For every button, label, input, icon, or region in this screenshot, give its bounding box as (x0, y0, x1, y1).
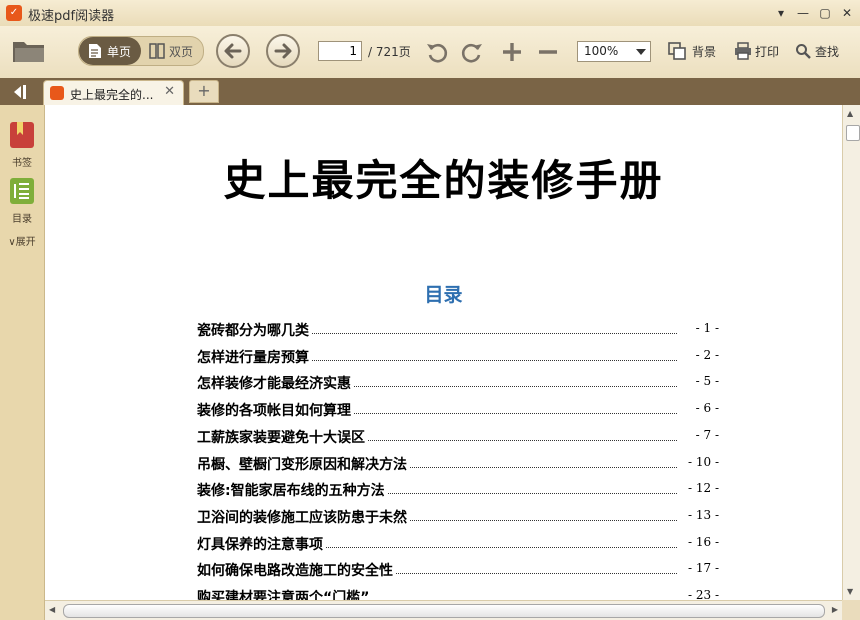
pdf-file-icon (50, 86, 64, 100)
rotate-right-icon[interactable] (460, 40, 484, 64)
toc-entry[interactable]: 如何确保电路改造施工的安全性 - 17 - (197, 560, 719, 580)
toc-entry-title: 怎样进行量房预算 (197, 347, 311, 367)
toc-entry-title: 工薪族家装要避免十大误区 (197, 427, 367, 447)
single-page-button[interactable]: 单页 (79, 37, 141, 65)
toc-entry-title: 如何确保电路改造施工的安全性 (197, 560, 395, 580)
toc-entry[interactable]: 瓷砖都分为哪几类 - 1 - (197, 320, 719, 340)
vertical-scrollbar[interactable]: ▲ ▼ (842, 105, 860, 600)
document-viewer[interactable]: 史上最完全的装修手册 目录 瓷砖都分为哪几类 - 1 - 怎样进行量房预算 - 2 -… (45, 105, 842, 600)
menu-dropdown-icon[interactable]: ▾ (772, 4, 790, 22)
toc-panel-button[interactable]: 目录 (0, 177, 44, 225)
page-mode-toggle: 单页 双页 (78, 36, 204, 66)
zoom-in-icon[interactable] (500, 40, 524, 64)
arrow-right-icon (274, 43, 292, 59)
app-logo-icon: ✓ (6, 5, 22, 21)
scroll-right-icon[interactable]: ▶ (832, 605, 838, 614)
toc-entry-page: - 2 - (677, 348, 719, 362)
scroll-down-icon[interactable]: ▼ (847, 587, 853, 596)
toc-heading: 目录 (424, 284, 463, 306)
toc-entry-page: - 10 - (677, 455, 719, 469)
collapse-sidebar-icon[interactable] (4, 82, 34, 102)
single-page-label: 单页 (107, 45, 132, 59)
toc-entry-title: 瓷砖都分为哪几类 (197, 320, 311, 340)
search-icon (796, 44, 811, 59)
toc-entry-page: - 7 - (677, 428, 719, 442)
chevron-down-icon (636, 49, 646, 55)
document-title: 史上最完全的装修手册 (223, 156, 664, 205)
scroll-up-icon[interactable]: ▲ (847, 109, 853, 118)
toc-entry-title: 装修:智能家居布线的五种方法 (197, 480, 387, 500)
tab-bar: 史上最完全的... ✕ + (0, 78, 860, 105)
left-panel: 书签 目录 ∨展开 (0, 105, 45, 620)
table-of-contents-icon (10, 178, 34, 204)
rotate-left-icon[interactable] (425, 40, 449, 64)
horizontal-scrollbar[interactable]: ◀ ▶ (45, 600, 842, 620)
single-page-icon (89, 44, 101, 58)
toc-entry-page: - 17 - (677, 561, 719, 575)
toc-entry[interactable]: 装修的各项帐目如何算理 - 6 - (197, 400, 719, 420)
page-number-input[interactable] (318, 41, 362, 61)
double-page-icon (149, 43, 165, 59)
vertical-scroll-thumb[interactable] (846, 125, 860, 141)
title-bar: ✓ 极速pdf阅读器 ▾ — ▢ ✕ (0, 0, 860, 27)
toc-entry[interactable]: 灯具保养的注意事项 - 16 - (197, 534, 719, 554)
print-button[interactable]: 打印 (755, 43, 779, 60)
scroll-corner (842, 600, 860, 620)
toc-entry-page: - 23 - (677, 588, 719, 600)
toc-entry[interactable]: 工薪族家装要避免十大误区 - 7 - (197, 427, 719, 447)
bookmark-icon (10, 122, 34, 148)
find-button[interactable]: 查找 (815, 43, 839, 60)
toc-entry[interactable]: 装修:智能家居布线的五种方法 - 12 - (197, 480, 719, 500)
toc-entry-page: - 1 - (677, 321, 719, 335)
scroll-left-icon[interactable]: ◀ (49, 605, 55, 614)
minimize-button[interactable]: — (794, 4, 812, 22)
horizontal-scroll-thumb[interactable] (63, 604, 825, 618)
toc-entry-title: 灯具保养的注意事项 (197, 534, 325, 554)
toc-entry-title: 吊橱、壁橱门变形原因和解决方法 (197, 454, 409, 474)
window-title: 极速pdf阅读器 (28, 9, 115, 24)
toc-entry[interactable]: 怎样进行量房预算 - 2 - (197, 347, 719, 367)
chevron-down-icon: ∨ (8, 237, 16, 248)
double-page-button[interactable]: 双页 (141, 37, 203, 65)
expand-label: 展开 (15, 237, 36, 248)
toolbar: 单页 双页 / 721页 100% (0, 26, 860, 79)
toc-entry-title: 装修的各项帐目如何算理 (197, 400, 353, 420)
background-icon (668, 42, 686, 60)
zoom-out-icon[interactable] (536, 40, 560, 64)
maximize-button[interactable]: ▢ (816, 4, 834, 22)
toc-entry-page: - 12 - (677, 481, 719, 495)
toc-label: 目录 (12, 214, 32, 225)
tab-label: 史上最完全的... (70, 88, 154, 102)
toc-entry-title: 购买建材要注意两个“门槛” (197, 587, 372, 600)
toc-entry[interactable]: 卫浴间的装修施工应该防患于未然 - 13 - (197, 507, 719, 527)
page-total: / 721页 (368, 45, 411, 59)
previous-page-button[interactable] (216, 34, 250, 68)
toc-entry-page: - 16 - (677, 535, 719, 549)
toc-entry-page: - 13 - (677, 508, 719, 522)
bookmark-label: 书签 (12, 158, 32, 169)
toc-entry-title: 怎样装修才能最经济实惠 (197, 373, 353, 393)
zoom-select[interactable]: 100% (577, 41, 651, 62)
document-tab[interactable]: 史上最完全的... ✕ (43, 80, 184, 105)
close-window-button[interactable]: ✕ (838, 4, 856, 22)
toc-entry[interactable]: 吊橱、壁橱门变形原因和解决方法 - 10 - (197, 454, 719, 474)
expand-panel-button[interactable]: ∨展开 (0, 233, 44, 248)
next-page-button[interactable] (266, 34, 300, 68)
toc-entry-page: - 5 - (677, 374, 719, 388)
printer-icon (735, 42, 751, 60)
toc-entry[interactable]: 怎样装修才能最经济实惠 - 5 - (197, 373, 719, 393)
toc-entry-page: - 6 - (677, 401, 719, 415)
new-tab-button[interactable]: + (189, 80, 219, 103)
double-page-label: 双页 (169, 45, 194, 59)
close-tab-icon[interactable]: ✕ (164, 84, 175, 99)
background-button[interactable]: 背景 (692, 43, 716, 60)
toc-entry-title: 卫浴间的装修施工应该防患于未然 (197, 507, 409, 527)
zoom-value: 100% (584, 44, 619, 58)
arrow-left-icon (224, 43, 242, 59)
open-folder-icon[interactable] (12, 38, 46, 64)
toc-entry[interactable]: 购买建材要注意两个“门槛” - 23 - (197, 587, 719, 600)
bookmark-panel-button[interactable]: 书签 (0, 121, 44, 169)
